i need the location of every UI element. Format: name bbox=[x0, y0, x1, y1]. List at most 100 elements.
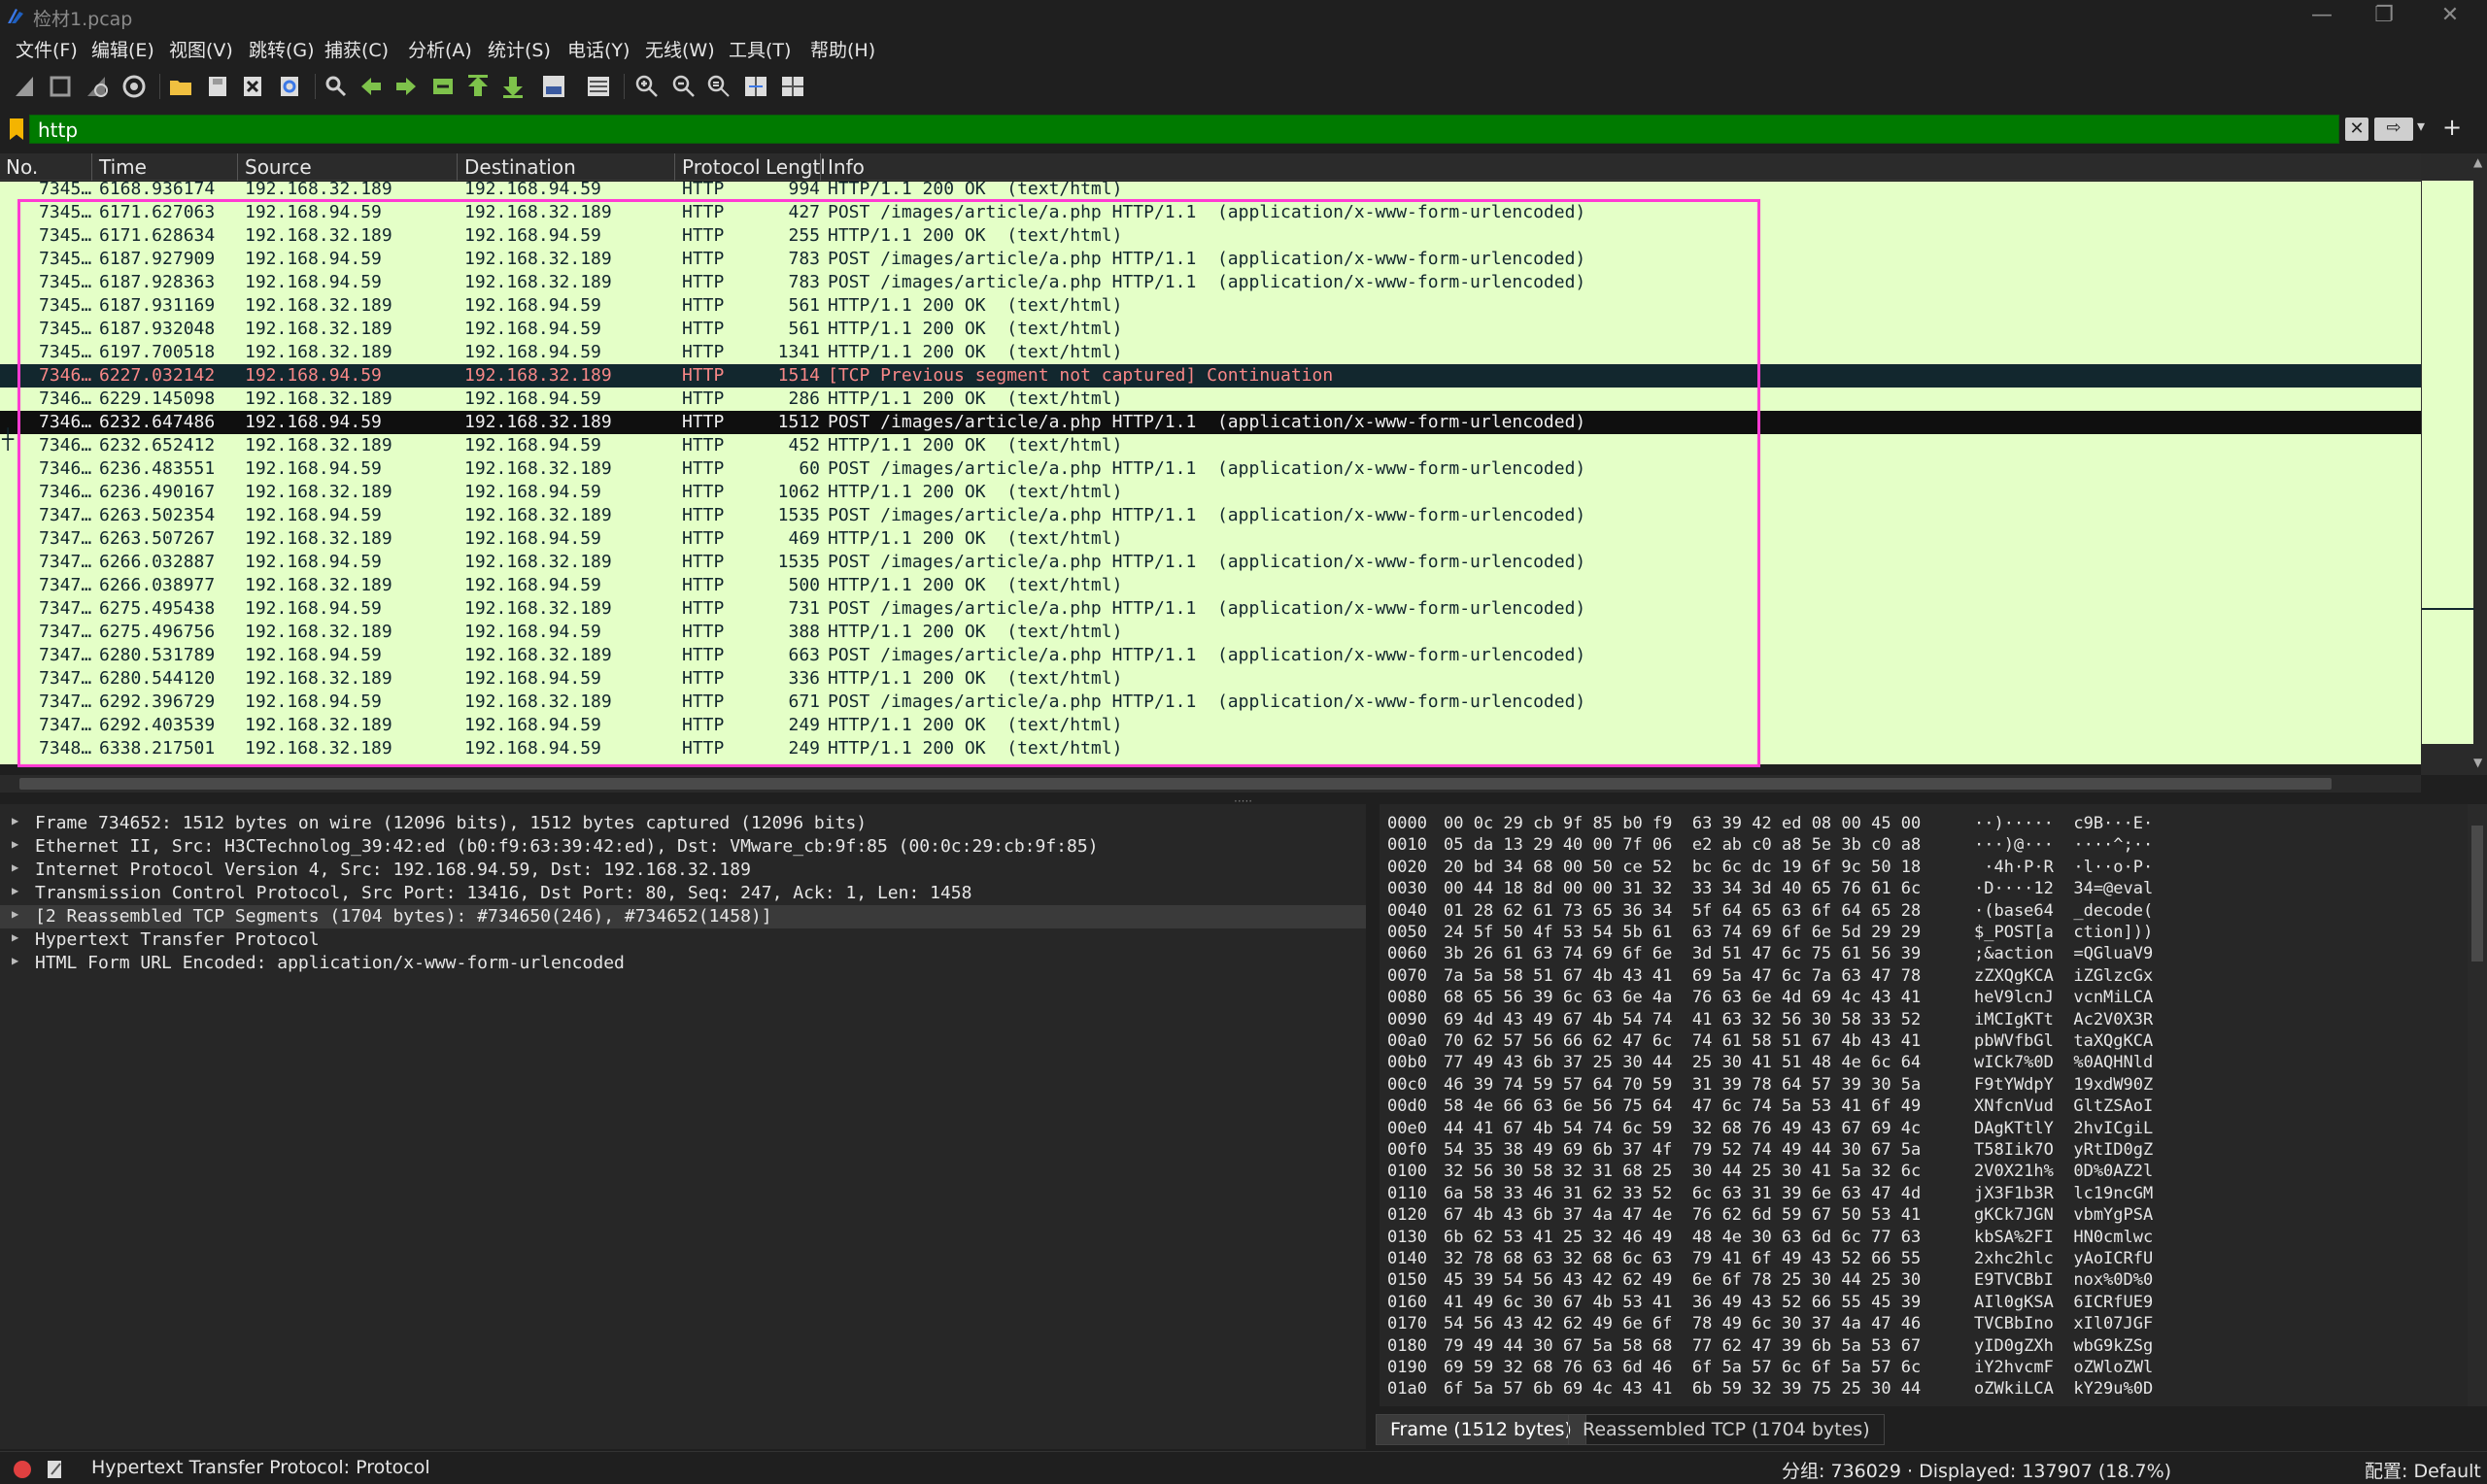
byte-row[interactable]: 0000 00 0c 29 cb 9f 85 b0 f9 63 39 42 ed … bbox=[1380, 814, 2468, 835]
column-header-source[interactable]: Source bbox=[245, 155, 312, 179]
column-divider[interactable] bbox=[457, 153, 458, 181]
detail-tree-item[interactable]: ▶ HTML Form URL Encoded: application/x-ww… bbox=[0, 952, 1366, 975]
detail-tree-item[interactable]: ▶ Transmission Control Protocol, Src Port… bbox=[0, 882, 1366, 905]
byte-row[interactable]: 00e0 44 41 67 4b 54 74 6c 59 32 68 76 49 … bbox=[1380, 1119, 2468, 1140]
normal-size-icon[interactable] bbox=[705, 73, 732, 100]
column-header-time[interactable]: Time bbox=[99, 155, 147, 179]
horizontal-scroll-thumb[interactable] bbox=[19, 778, 2332, 790]
reload-file-icon[interactable] bbox=[276, 73, 303, 100]
bytes-scroll-thumb[interactable] bbox=[2471, 826, 2483, 961]
menu-item[interactable]: 统计(S) bbox=[488, 36, 551, 62]
display-filter-input[interactable]: http bbox=[29, 115, 2339, 144]
byte-row[interactable]: 0070 7a 5a 58 51 67 4b 43 41 69 5a 47 6c … bbox=[1380, 966, 2468, 988]
open-folder-icon[interactable] bbox=[167, 73, 194, 100]
byte-row[interactable]: 0010 05 da 13 29 40 00 7f 06 e2 ab c0 a8 … bbox=[1380, 835, 2468, 857]
close-button[interactable]: ✕ bbox=[2419, 0, 2481, 33]
vertical-pane-splitter[interactable] bbox=[1366, 804, 1380, 1449]
clear-filter-button[interactable]: ✕ bbox=[2345, 118, 2368, 141]
byte-row[interactable]: 0160 41 49 6c 30 67 4b 53 41 36 49 43 52 … bbox=[1380, 1293, 2468, 1314]
packet-details-pane[interactable]: ▶ Frame 734652: 1512 bytes on wire (12096… bbox=[0, 804, 1366, 1449]
byte-row[interactable]: 0150 45 39 54 56 43 42 62 49 6e 6f 78 25 … bbox=[1380, 1270, 2468, 1292]
column-divider[interactable] bbox=[91, 153, 92, 181]
bytes-scrollbar[interactable] bbox=[2468, 804, 2487, 1406]
filter-history-dropdown-icon[interactable]: ▾ bbox=[2417, 117, 2425, 135]
zoom-in-icon[interactable] bbox=[633, 73, 661, 100]
expert-info-icon[interactable] bbox=[14, 1461, 31, 1478]
byte-row[interactable]: 0090 69 4d 43 49 67 4b 54 74 41 63 32 56 … bbox=[1380, 1010, 2468, 1031]
column-header-destination[interactable]: Destination bbox=[464, 155, 576, 179]
packet-row[interactable]: 7345… 6168.936174 192.168.32.189 192.168.94… bbox=[0, 182, 2421, 201]
column-divider[interactable] bbox=[820, 153, 821, 181]
minimize-button[interactable]: — bbox=[2291, 0, 2353, 33]
menu-item[interactable]: 电话(Y) bbox=[567, 36, 630, 62]
byte-row[interactable]: 0120 67 4b 43 6b 37 4a 47 4e 76 62 6d 59 … bbox=[1380, 1205, 2468, 1227]
detail-tree-item[interactable]: ▶ [2 Reassembled TCP Segments (1704 bytes… bbox=[0, 905, 1366, 928]
filter-bookmark-icon[interactable] bbox=[10, 118, 23, 140]
resize-columns-icon[interactable] bbox=[742, 73, 769, 100]
pane-splitter[interactable]: ····· bbox=[0, 793, 2487, 808]
column-divider[interactable] bbox=[237, 153, 238, 181]
column-divider[interactable] bbox=[674, 153, 675, 181]
scroll-up-icon[interactable]: ▲ bbox=[2473, 155, 2487, 169]
go-back-icon[interactable] bbox=[358, 73, 385, 100]
expand-arrow-icon[interactable]: ▶ bbox=[12, 860, 18, 874]
packet-list-horizontal-scrollbar[interactable] bbox=[0, 775, 2421, 793]
first-packet-icon[interactable] bbox=[464, 73, 492, 100]
menu-item[interactable]: 跳转(G) bbox=[249, 36, 315, 62]
layout-panes-icon[interactable] bbox=[779, 73, 806, 100]
detail-tree-item[interactable]: ▶ Internet Protocol Version 4, Src: 192.1… bbox=[0, 859, 1366, 882]
expand-arrow-icon[interactable]: ▶ bbox=[12, 930, 18, 944]
byte-row[interactable]: 0140 32 78 68 63 32 68 6c 63 79 41 6f 49 … bbox=[1380, 1249, 2468, 1270]
expand-arrow-icon[interactable]: ▶ bbox=[12, 954, 18, 967]
byte-row[interactable]: 0040 01 28 62 61 73 65 36 34 5f 64 65 63 … bbox=[1380, 901, 2468, 923]
expand-arrow-icon[interactable]: ▶ bbox=[12, 814, 18, 827]
column-header-info[interactable]: Info bbox=[828, 155, 865, 179]
byte-row[interactable]: 0020 20 bd 34 68 00 50 ce 52 bc 6c dc 19 … bbox=[1380, 858, 2468, 879]
stop-capture-icon[interactable] bbox=[47, 73, 74, 100]
expand-arrow-icon[interactable]: ▶ bbox=[12, 884, 18, 897]
byte-row[interactable]: 0060 3b 26 61 63 74 69 6f 6e 3d 51 47 6c … bbox=[1380, 944, 2468, 965]
add-filter-button[interactable]: + bbox=[2442, 114, 2462, 141]
byte-row[interactable]: 0180 79 49 44 30 67 5a 58 68 77 62 47 39 … bbox=[1380, 1336, 2468, 1358]
menu-item[interactable]: 工具(T) bbox=[729, 36, 791, 62]
detail-tree-item[interactable]: ▶ Ethernet II, Src: H3CTechnolog_39:42:ed… bbox=[0, 835, 1366, 859]
byte-row[interactable]: 0050 24 5f 50 4f 53 54 5b 61 63 74 69 6f … bbox=[1380, 923, 2468, 944]
byte-row[interactable]: 0100 32 56 30 58 32 31 68 25 30 44 25 30 … bbox=[1380, 1162, 2468, 1183]
byte-row[interactable]: 0080 68 65 56 39 6c 63 6e 4a 76 63 6e 4d … bbox=[1380, 988, 2468, 1009]
apply-filter-button[interactable]: ⇨ bbox=[2374, 118, 2413, 141]
menu-item[interactable]: 编辑(E) bbox=[91, 36, 154, 62]
colorize-icon[interactable] bbox=[585, 73, 612, 100]
zoom-out-icon[interactable] bbox=[670, 73, 698, 100]
byte-row[interactable]: 0130 6b 62 53 41 25 32 46 49 48 4e 30 63 … bbox=[1380, 1228, 2468, 1249]
menu-item[interactable]: 分析(A) bbox=[408, 36, 472, 62]
menu-item[interactable]: 视图(V) bbox=[169, 36, 233, 62]
last-packet-icon[interactable] bbox=[499, 73, 527, 100]
byte-row[interactable]: 00a0 70 62 57 56 66 62 47 6c 74 61 58 51 … bbox=[1380, 1031, 2468, 1053]
menu-item[interactable]: 捕获(C) bbox=[324, 36, 389, 62]
status-profile[interactable]: 配置: Default bbox=[2365, 1457, 2481, 1483]
detail-tree-item[interactable]: ▶ Hypertext Transfer Protocol bbox=[0, 928, 1366, 952]
scroll-down-icon[interactable]: ▼ bbox=[2473, 756, 2487, 769]
byte-row[interactable]: 0170 54 56 43 42 62 49 6e 6f 78 49 6c 30 … bbox=[1380, 1314, 2468, 1335]
shark-fin-start-icon[interactable] bbox=[12, 73, 39, 100]
expand-arrow-icon[interactable]: ▶ bbox=[12, 907, 18, 921]
packet-bytes-pane[interactable]: 0000 00 0c 29 cb 9f 85 b0 f9 63 39 42 ed … bbox=[1380, 804, 2468, 1406]
save-file-icon[interactable] bbox=[204, 73, 231, 100]
find-packet-icon[interactable] bbox=[323, 73, 350, 100]
column-header-protocol[interactable]: Protocol bbox=[682, 155, 761, 179]
byte-row[interactable]: 00f0 54 35 38 49 69 6b 37 4f 79 52 74 49 … bbox=[1380, 1140, 2468, 1162]
go-to-packet-icon[interactable] bbox=[429, 73, 457, 100]
byte-row[interactable]: 0110 6a 58 33 46 31 62 33 52 6c 63 31 39 … bbox=[1380, 1184, 2468, 1205]
close-file-icon[interactable] bbox=[239, 73, 266, 100]
tab-reassembled-tcp[interactable]: Reassembled TCP (1704 bytes) bbox=[1568, 1414, 1885, 1445]
byte-row[interactable]: 01a0 6f 5a 57 6b 69 4c 43 41 6b 59 32 39 … bbox=[1380, 1379, 2468, 1400]
byte-row[interactable]: 00c0 46 39 74 59 57 64 70 59 31 39 78 64 … bbox=[1380, 1075, 2468, 1096]
column-header-no[interactable]: No. bbox=[6, 155, 38, 179]
packet-minimap[interactable] bbox=[2421, 181, 2474, 744]
byte-row[interactable]: 00b0 77 49 43 6b 37 25 30 44 25 30 41 51 … bbox=[1380, 1053, 2468, 1074]
expand-arrow-icon[interactable]: ▶ bbox=[12, 837, 18, 851]
byte-row[interactable]: 00d0 58 4e 66 63 6e 56 75 64 47 6c 74 5a … bbox=[1380, 1096, 2468, 1118]
byte-row[interactable]: 0190 69 59 32 68 76 63 6d 46 6f 5a 57 6c … bbox=[1380, 1358, 2468, 1379]
go-forward-icon[interactable] bbox=[392, 73, 420, 100]
column-header-length[interactable]: Lengtl bbox=[766, 155, 826, 179]
